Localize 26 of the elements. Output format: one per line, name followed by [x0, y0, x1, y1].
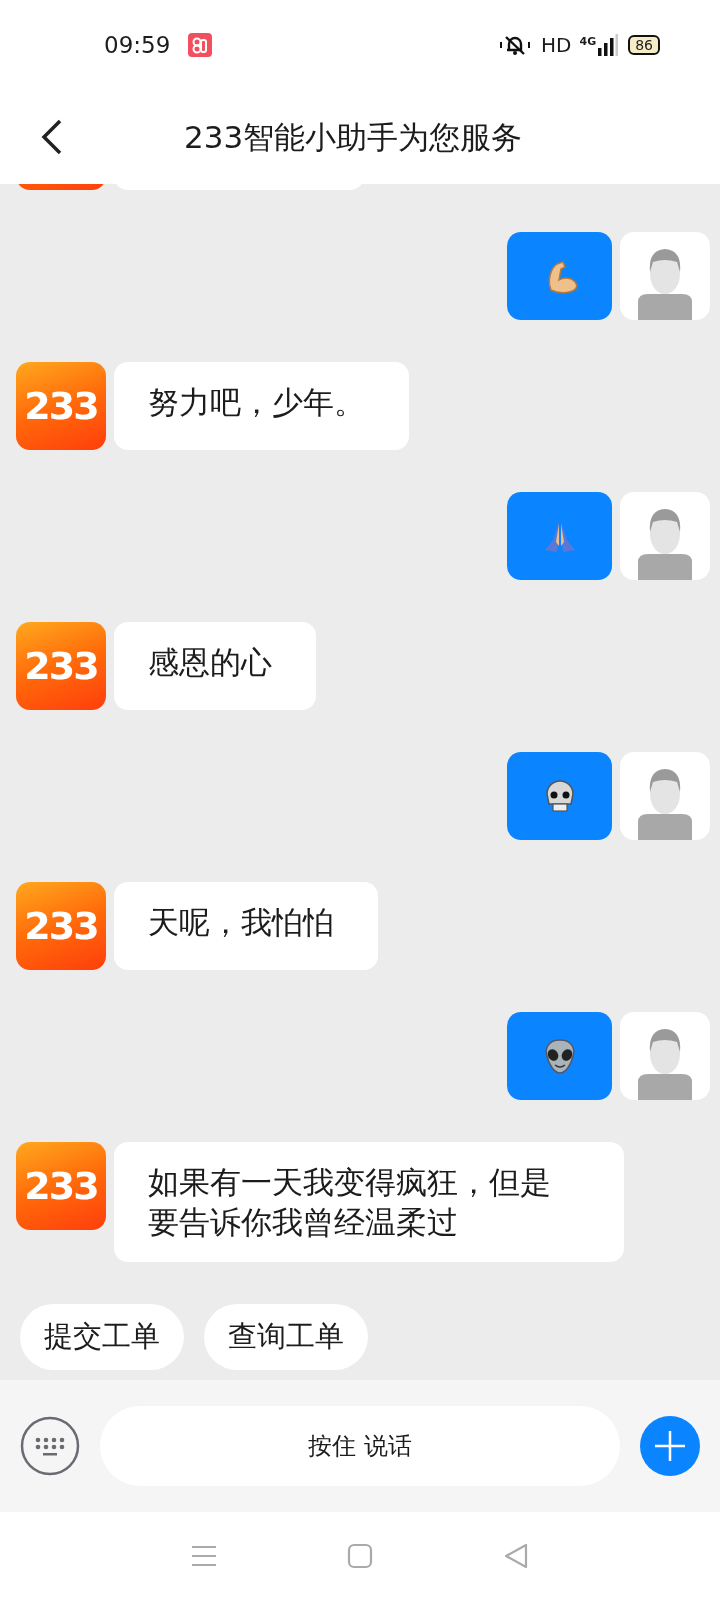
bot-avatar: 233 [16, 1142, 106, 1230]
mute-icon [499, 34, 532, 56]
signal-label: 4G [579, 34, 597, 50]
quick-reply-button[interactable]: 查询工单 [204, 1304, 368, 1370]
keyboard-icon [20, 1416, 80, 1476]
message-bubble: 努力吧，少年。 [114, 362, 409, 450]
bot-avatar: 233 [16, 882, 106, 970]
status-time: 09:59 [104, 30, 171, 60]
page-title: 233智能小助手为您服务 [184, 117, 523, 157]
add-button[interactable] [640, 1416, 700, 1476]
message-bubble: 如果有一天我变得疯狂，但是要告诉你我曾经温柔过 [114, 1142, 624, 1262]
home-icon[interactable] [347, 1543, 373, 1569]
bot-avatar: 233 [16, 362, 106, 450]
voice-input-field[interactable]: 按住 说话 [100, 1406, 620, 1486]
plus-icon [640, 1416, 700, 1476]
message-bubble: 天呢，我怕怕 [114, 882, 378, 970]
bot-avatar: 233 [16, 622, 106, 710]
signal-icon [598, 34, 619, 56]
app-icon [188, 33, 213, 57]
keyboard-button[interactable] [20, 1416, 80, 1476]
back-nav-icon[interactable] [503, 1542, 529, 1570]
network-label: HD [541, 32, 572, 59]
battery-level: 86 [628, 35, 660, 55]
menu-icon[interactable] [191, 1544, 217, 1568]
quick-reply-button[interactable]: 提交工单 [20, 1304, 184, 1370]
message-bubble: 感恩的心 [114, 622, 316, 710]
